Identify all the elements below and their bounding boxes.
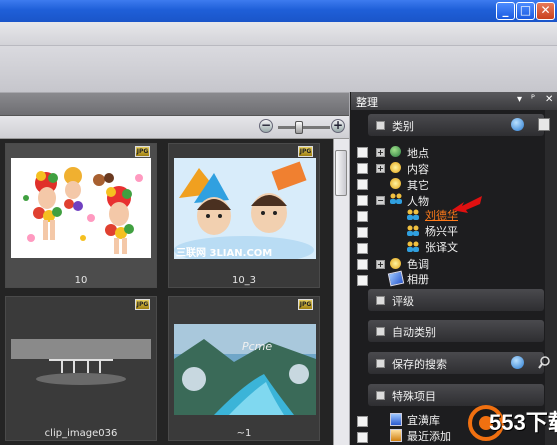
title-bar <box>0 0 557 22</box>
panel-title: 整理 <box>356 96 378 109</box>
maximize-button[interactable]: □ <box>516 2 535 20</box>
pin-icon[interactable]: ᴾ <box>531 94 535 105</box>
globe-icon[interactable] <box>511 118 524 131</box>
photo-label: clip_image036 <box>44 428 118 439</box>
jpg-badge: JPG <box>298 146 313 157</box>
checkbox[interactable] <box>357 259 368 270</box>
jpg-badge: JPG <box>298 299 313 310</box>
close-button[interactable]: ✕ <box>536 2 555 20</box>
tree-item-album[interactable]: 相册 <box>407 271 429 287</box>
checkbox[interactable] <box>357 243 368 254</box>
scrollbar-thumb[interactable] <box>335 150 347 196</box>
checkbox[interactable] <box>357 432 368 443</box>
checkbox[interactable] <box>357 195 368 206</box>
browser-header <box>0 93 349 116</box>
zoom-slider-track[interactable] <box>278 126 330 129</box>
checkbox[interactable] <box>357 275 368 286</box>
person-icon <box>406 209 420 221</box>
expand-icon[interactable] <box>376 296 385 305</box>
section-label: 评级 <box>392 295 414 308</box>
minimize-button[interactable]: _ <box>496 2 515 20</box>
zoom-slider-thumb[interactable] <box>295 121 303 134</box>
arrow-pointer-icon <box>452 194 484 216</box>
photo-label: 10_3 <box>231 275 257 286</box>
person-icon <box>406 225 420 237</box>
recent-icon <box>390 429 402 442</box>
jpg-badge: JPG <box>135 146 150 157</box>
checkbox[interactable] <box>357 147 368 158</box>
tree-item-places[interactable]: 地点 <box>407 145 429 161</box>
tree-item-special[interactable]: 宜潢库 <box>407 412 440 428</box>
river-landscape-image <box>174 324 316 415</box>
photo-thumbnail <box>11 339 151 389</box>
people-icon <box>389 193 403 205</box>
checkbox[interactable] <box>357 416 368 427</box>
category-icon <box>390 162 401 173</box>
photo-label: ~1 <box>236 428 252 439</box>
section-label: 自动类别 <box>392 326 436 339</box>
collapse-icon[interactable]: − <box>376 196 385 205</box>
watermark-text: Pcme <box>242 340 273 353</box>
expand-icon[interactable] <box>376 327 385 336</box>
folder-icon <box>390 413 402 426</box>
section-label: 保存的搜索 <box>392 358 447 371</box>
panel-header <box>351 92 557 110</box>
tree-item-other[interactable]: 其它 <box>407 177 429 193</box>
expand-icon[interactable]: + <box>376 148 385 157</box>
watermark-text: 553下载 <box>489 410 557 435</box>
tree-item-special[interactable]: 最近添加 <box>407 428 451 444</box>
checkbox[interactable] <box>357 163 368 174</box>
tree-item-person[interactable]: 杨兴平 <box>425 223 458 239</box>
category-icon <box>390 178 401 189</box>
person-icon <box>406 241 420 253</box>
zoom-in-button[interactable]: + <box>331 119 345 133</box>
watermark-text: 三联网 3LIAN.COM <box>176 248 273 259</box>
menu-bar <box>0 22 557 46</box>
close-icon[interactable]: ✕ <box>545 94 553 105</box>
color-category-icon <box>390 258 401 269</box>
collapse-icon[interactable] <box>376 121 385 130</box>
section-label: 类别 <box>392 120 414 133</box>
toolbar <box>0 46 557 92</box>
expand-icon[interactable]: + <box>376 260 385 269</box>
kids-fruit-image <box>11 158 151 258</box>
tree-item-content[interactable]: 内容 <box>407 161 429 177</box>
expand-icon[interactable]: + <box>376 164 385 173</box>
dropdown-icon[interactable]: ▾ <box>517 94 522 105</box>
collapse-icon[interactable] <box>376 391 385 400</box>
checkbox[interactable] <box>357 179 368 190</box>
panel-scrollbar[interactable] <box>545 110 557 445</box>
photo-thumbnail <box>174 324 316 415</box>
globe-icon[interactable] <box>511 356 524 369</box>
section-label: 特殊项目 <box>392 390 436 403</box>
expand-icon[interactable] <box>376 359 385 368</box>
new-category-icon[interactable] <box>538 118 550 131</box>
search-icon[interactable] <box>538 356 550 369</box>
checkbox[interactable] <box>357 227 368 238</box>
jpg-badge: JPG <box>135 299 150 310</box>
tree-item-color[interactable]: 色调 <box>407 256 429 272</box>
globe-icon <box>390 146 401 157</box>
zoom-out-button[interactable]: − <box>259 119 273 133</box>
photo-label: 10 <box>74 275 88 286</box>
checkbox[interactable] <box>357 211 368 222</box>
pier-bw-image <box>11 339 151 389</box>
photo-thumbnail <box>11 158 151 258</box>
tree-item-person[interactable]: 张译文 <box>425 239 458 255</box>
